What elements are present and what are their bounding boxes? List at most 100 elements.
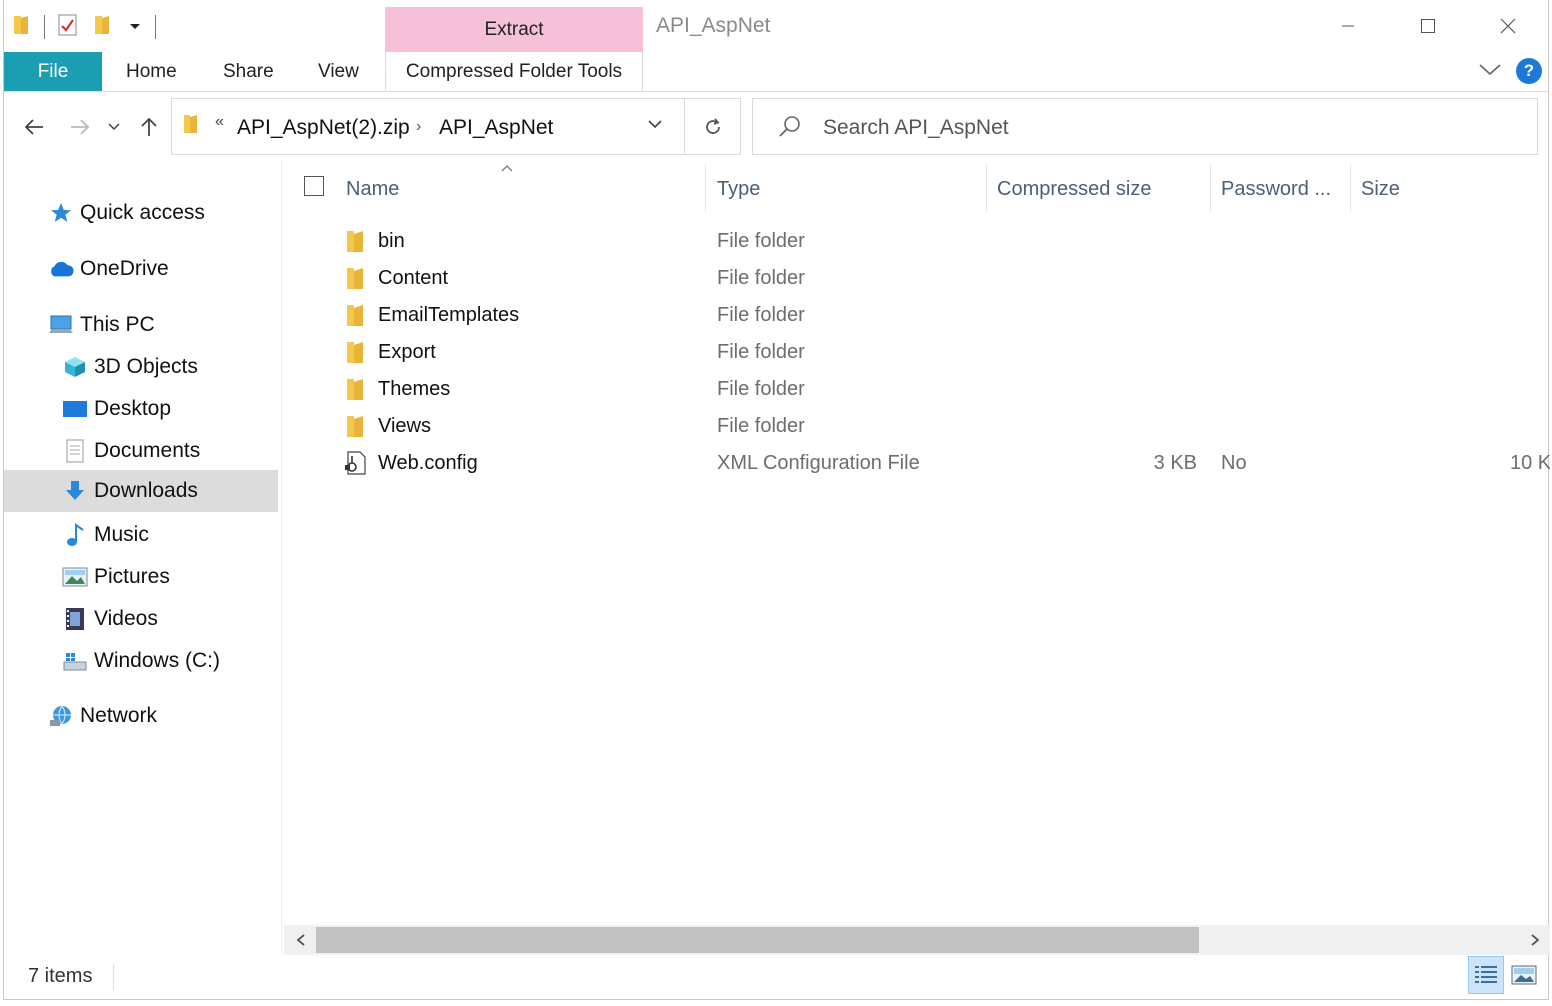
horizontal-scrollbar[interactable]	[284, 925, 1550, 955]
refresh-button[interactable]	[684, 99, 740, 154]
breadcrumb-zip[interactable]: API_AspNet(2).zip	[237, 116, 410, 140]
file-row-themes[interactable]: Themes File folder	[284, 371, 1550, 408]
file-row-content[interactable]: Content File folder	[284, 260, 1550, 297]
forward-button[interactable]	[66, 109, 94, 145]
file-name: bin	[378, 230, 405, 252]
file-row-web-config[interactable]: Web.config XML Configuration File 3 KB N…	[284, 445, 1550, 482]
column-divider[interactable]	[986, 164, 987, 212]
explorer-window: Extract API_AspNet File Home Share View …	[3, 0, 1550, 1000]
column-header-compressed-size[interactable]: Compressed size	[997, 174, 1152, 204]
toolbar-divider	[155, 15, 156, 39]
sidebar-item-3d-objects[interactable]: 3D Objects	[4, 346, 278, 388]
expand-ribbon-button[interactable]	[1478, 61, 1502, 82]
tab-share[interactable]: Share	[223, 52, 274, 91]
maximize-button[interactable]	[1388, 0, 1468, 52]
sidebar-item-downloads[interactable]: Downloads	[4, 470, 278, 512]
toolbar-divider	[44, 15, 45, 39]
scroll-left-button[interactable]	[288, 928, 314, 952]
folder-icon	[344, 228, 368, 254]
status-bar: 7 items	[4, 956, 1548, 998]
tab-compressed-folder-tools[interactable]: Compressed Folder Tools	[385, 52, 643, 91]
scrollbar-thumb[interactable]	[316, 927, 1199, 953]
up-button[interactable]	[136, 109, 162, 145]
address-bar[interactable]: « API_AspNet(2).zip › API_AspNet	[171, 98, 741, 155]
desktop-icon	[62, 396, 88, 422]
sidebar-item-pictures[interactable]: Pictures	[4, 556, 278, 598]
column-divider[interactable]	[705, 164, 706, 212]
new-folder-icon[interactable]	[93, 14, 113, 41]
file-list: Name Type Compressed size Password ... S…	[284, 160, 1550, 926]
file-row-views[interactable]: Views File folder	[284, 408, 1550, 445]
back-button[interactable]	[20, 109, 48, 145]
sidebar-item-documents[interactable]: Documents	[4, 430, 278, 472]
address-dropdown[interactable]	[647, 117, 663, 135]
sidebar-item-label: This PC	[80, 313, 155, 336]
search-box[interactable]: Search API_AspNet	[752, 98, 1538, 155]
chevron-left-icon	[296, 934, 305, 946]
file-row-export[interactable]: Export File folder	[284, 334, 1550, 371]
folder-icon[interactable]	[12, 14, 32, 41]
sidebar-item-this-pc[interactable]: This PC	[4, 304, 278, 346]
sidebar-item-network[interactable]: Network	[4, 695, 278, 737]
search-input[interactable]: Search API_AspNet	[823, 116, 1009, 140]
ribbon-right-controls: ?	[1478, 58, 1542, 84]
context-tab-label: Extract	[484, 19, 544, 40]
navigation-pane: Quick access OneDrive This PC 3D Objects…	[4, 160, 282, 956]
sidebar-item-onedrive[interactable]: OneDrive	[4, 248, 278, 290]
column-divider[interactable]	[1210, 164, 1211, 212]
details-view-icon	[1475, 966, 1497, 983]
network-icon	[48, 703, 74, 729]
navigation-bar: « API_AspNet(2).zip › API_AspNet Search …	[4, 92, 1548, 160]
cube-icon	[62, 354, 88, 380]
column-header-size[interactable]: Size	[1361, 174, 1400, 204]
help-button[interactable]: ?	[1516, 58, 1542, 84]
file-size: 10 KI	[1510, 452, 1550, 474]
window-title: API_AspNet	[656, 14, 771, 37]
breadcrumb-current[interactable]: API_AspNet	[439, 116, 553, 140]
column-header-type[interactable]: Type	[717, 174, 760, 204]
file-name: Export	[378, 341, 436, 363]
file-compressed-size: 3 KB	[1153, 452, 1197, 474]
properties-icon[interactable]	[57, 13, 79, 42]
tab-home[interactable]: Home	[126, 52, 177, 91]
customize-toolbar-icon[interactable]	[127, 17, 143, 38]
minimize-icon	[1342, 25, 1354, 27]
config-file-icon	[344, 450, 368, 476]
scroll-right-button[interactable]	[1522, 928, 1548, 952]
sidebar-item-music[interactable]: Music	[4, 514, 278, 556]
music-icon	[62, 522, 88, 548]
search-icon	[777, 113, 803, 144]
ribbon-tabs: File Home Share View Compressed Folder T…	[4, 52, 1548, 92]
sidebar-item-desktop[interactable]: Desktop	[4, 388, 278, 430]
minimize-button[interactable]	[1308, 0, 1388, 52]
file-type: XML Configuration File	[717, 452, 920, 474]
file-row-emailtemplates[interactable]: EmailTemplates File folder	[284, 297, 1550, 334]
column-divider[interactable]	[1350, 164, 1351, 212]
column-header-password[interactable]: Password ...	[1221, 174, 1331, 204]
sidebar-item-label: Documents	[94, 439, 201, 462]
file-name: Themes	[378, 378, 451, 400]
chevron-right-icon	[1531, 934, 1540, 946]
file-row-bin[interactable]: bin File folder	[284, 223, 1550, 260]
address-overflow[interactable]: «	[215, 113, 224, 131]
file-type: File folder	[717, 304, 805, 326]
sidebar-item-quick-access[interactable]: Quick access	[4, 192, 278, 234]
column-header-name[interactable]: Name	[346, 174, 399, 204]
large-icons-view-button[interactable]	[1506, 956, 1542, 994]
window-controls	[1308, 0, 1548, 52]
quick-access-toolbar	[12, 10, 168, 44]
tab-view[interactable]: View	[318, 52, 359, 91]
file-type: File folder	[717, 341, 805, 363]
sidebar-item-videos[interactable]: Videos	[4, 598, 278, 640]
folder-icon	[344, 413, 368, 439]
folder-icon	[344, 376, 368, 402]
tab-file[interactable]: File	[4, 52, 102, 91]
select-all-checkbox[interactable]	[304, 176, 324, 196]
recent-locations-button[interactable]	[104, 109, 124, 145]
close-button[interactable]	[1468, 0, 1548, 52]
context-tab-extract[interactable]: Extract	[385, 7, 643, 52]
breadcrumb-separator[interactable]: ›	[416, 118, 421, 136]
sidebar-item-windows-c[interactable]: Windows (C:)	[4, 640, 278, 682]
file-name: Web.config	[378, 452, 478, 474]
details-view-button[interactable]	[1468, 956, 1504, 994]
